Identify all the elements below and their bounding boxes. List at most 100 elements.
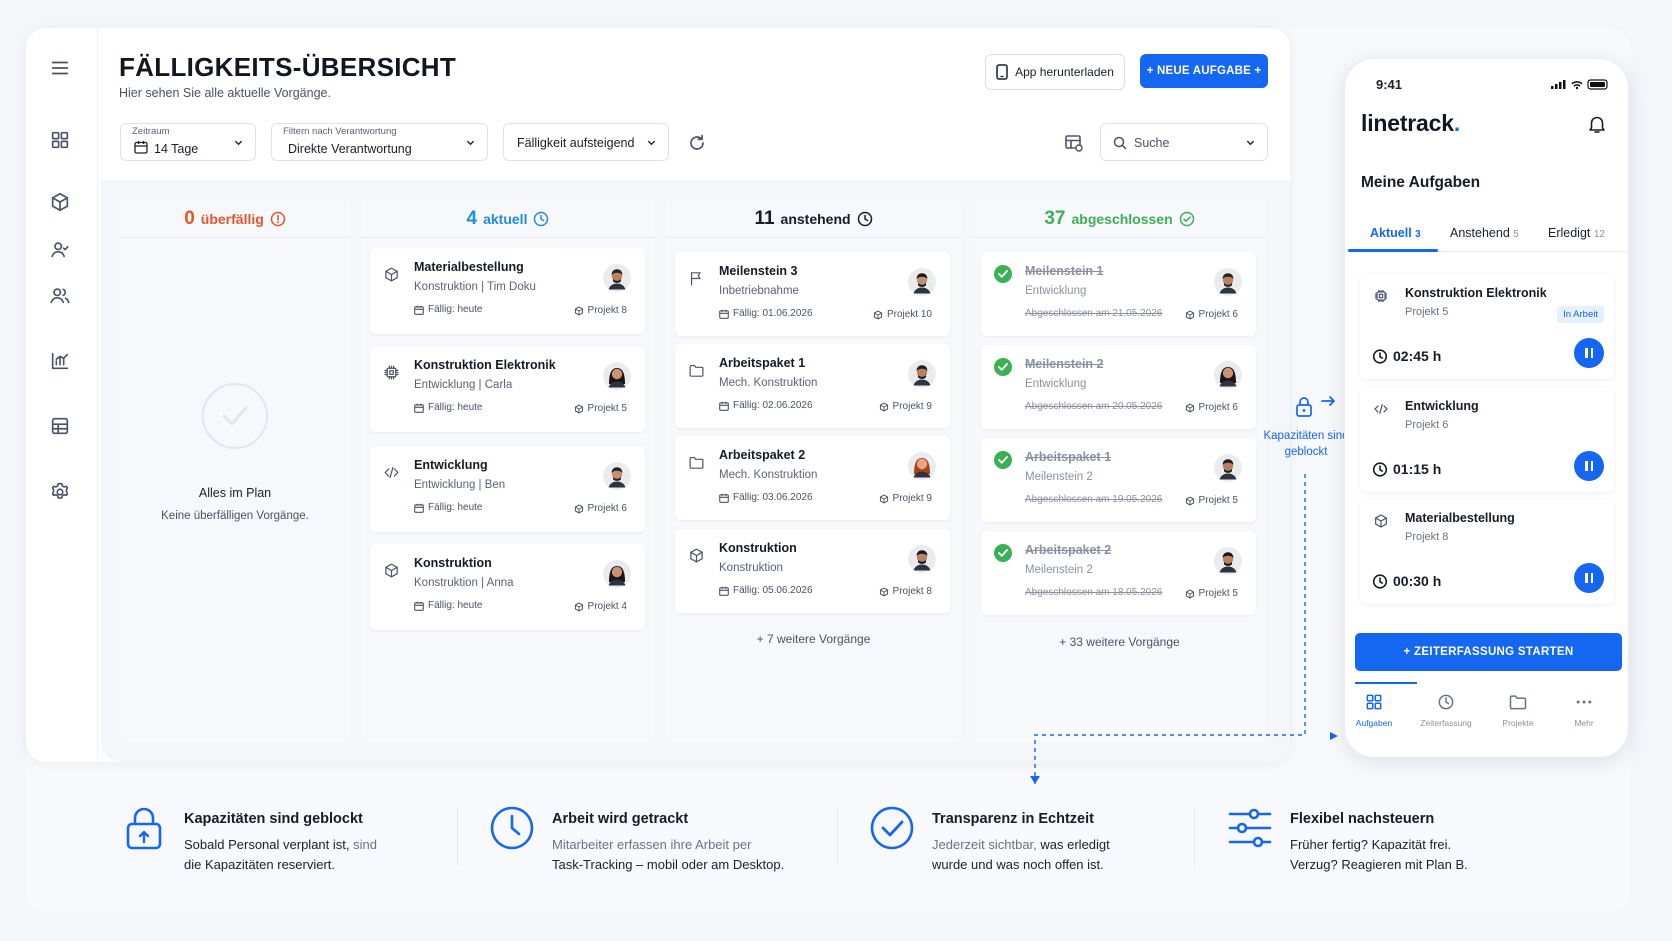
task-project-text: Projekt 5	[587, 403, 627, 414]
task-project: Projekt 8	[879, 586, 932, 597]
task-card[interactable]: Konstruktion Elektronik Entwicklung | Car…	[370, 346, 645, 432]
task-subtitle: Entwicklung	[1025, 285, 1087, 297]
calendar-icon	[719, 493, 729, 503]
feature-line1-rest: sind	[349, 837, 377, 852]
phone-task-card[interactable]: Entwicklung Projekt 6 01:15 h	[1360, 387, 1614, 492]
code-icon	[1373, 401, 1389, 417]
phone-task-card[interactable]: Konstruktion Elektronik Projekt 5 In Arbei…	[1360, 274, 1614, 379]
nav-label: Aufgaben	[1355, 718, 1393, 728]
user-icon[interactable]	[46, 236, 74, 264]
phone-task-title: Konstruktion Elektronik	[1405, 286, 1547, 300]
cube-icon	[383, 562, 400, 579]
phone-tab-anstehend[interactable]: Anstehend 5	[1450, 226, 1519, 240]
avatar	[908, 545, 936, 573]
check-icon	[868, 804, 916, 852]
check-circle-icon	[994, 358, 1012, 376]
task-card[interactable]: Konstruktion Konstruktion Fällig: 05.06.20…	[675, 529, 950, 613]
download-app-label: App herunterladen	[1015, 65, 1114, 79]
calendar-icon	[719, 586, 729, 596]
tab-label: Anstehend	[1450, 226, 1510, 240]
phone-nav-item[interactable]: Mehr	[1553, 692, 1615, 728]
connector-line	[1030, 474, 1338, 785]
upcoming-more-link[interactable]: + 7 weitere Vorgänge	[666, 632, 961, 646]
task-card[interactable]: Entwicklung Entwicklung | Ben Fällig: heut…	[370, 446, 645, 532]
dashboard-icon[interactable]	[46, 126, 74, 154]
column-done-header: 37 abgeschlossen	[972, 200, 1267, 238]
task-card[interactable]: Arbeitspaket 2 Mech. Konstruktion Fällig: …	[675, 436, 950, 520]
task-card[interactable]: Konstruktion Konstruktion | Anna Fällig: h…	[370, 544, 645, 630]
phone-tab-erledigt[interactable]: Erledigt 12	[1548, 226, 1605, 240]
check-circle-icon	[994, 265, 1012, 283]
menu-icon[interactable]	[46, 54, 74, 82]
task-card[interactable]: Meilenstein 3 Inbetriebnahme Fällig: 01.06…	[675, 252, 950, 336]
task-subtitle: Entwicklung	[1025, 378, 1087, 390]
view-toggle-icon[interactable]	[1064, 133, 1084, 153]
calendar-icon	[414, 403, 424, 413]
responsibility-select[interactable]: Filtern nach Verantwortung Direkte Veran…	[271, 123, 488, 161]
task-due: Fällig: heute	[414, 600, 482, 611]
cube-icon	[688, 547, 705, 564]
phone-nav-item[interactable]: Aufgaben	[1343, 692, 1405, 728]
task-due: Abgeschlossen am 21.05.2026	[1025, 308, 1162, 319]
feature-line2: Verzug? Reagieren mit Plan B.	[1290, 857, 1468, 872]
sliders-icon	[1226, 804, 1274, 852]
phone-tab-aktuell[interactable]: Aktuell 3	[1370, 226, 1421, 240]
clock-icon	[1372, 462, 1388, 477]
avatar	[908, 452, 936, 480]
users-icon[interactable]	[46, 282, 74, 310]
clock-icon	[857, 211, 872, 226]
refresh-icon[interactable]	[687, 133, 707, 153]
calendar-icon	[134, 141, 148, 154]
new-task-label: + NEUE AUFGABE +	[1146, 65, 1262, 77]
download-app-button[interactable]: App herunterladen	[985, 54, 1125, 90]
task-title: Arbeitspaket 1	[1025, 450, 1112, 464]
pause-button[interactable]	[1574, 563, 1604, 593]
start-tracking-button[interactable]: + ZEITERFASSUNG STARTEN	[1355, 633, 1622, 671]
phone-task-time: 02:45 h	[1393, 348, 1442, 364]
phone-nav-item[interactable]: Zeiterfassung	[1415, 692, 1477, 728]
task-project: Projekt 9	[879, 401, 932, 412]
clock-icon	[534, 211, 549, 226]
task-card[interactable]: Arbeitspaket 1 Mech. Konstruktion Fällig: …	[675, 344, 950, 428]
cube-icon[interactable]	[46, 188, 74, 216]
status-badge: In Arbeit	[1557, 306, 1604, 323]
arrow-right-icon	[1321, 396, 1335, 406]
bell-icon[interactable]	[1588, 114, 1606, 134]
task-card[interactable]: Meilenstein 1 Entwicklung Abgeschlossen am…	[981, 252, 1256, 336]
avatar	[908, 268, 936, 296]
page-title: FÄLLIGKEITS-ÜBERSICHT	[119, 52, 457, 82]
pause-button[interactable]	[1574, 451, 1604, 481]
avatar	[603, 362, 631, 390]
task-due: Fällig: heute	[414, 502, 482, 513]
calendar-icon	[414, 305, 424, 315]
feature-line1: Früher fertig? Kapazität frei.	[1290, 837, 1452, 852]
search-icon	[1113, 136, 1127, 150]
responsibility-label: Filtern nach Verantwortung	[283, 126, 397, 137]
task-project-text: Projekt 8	[587, 305, 627, 316]
new-task-button[interactable]: + NEUE AUFGABE +	[1140, 54, 1268, 88]
task-card[interactable]: Meilenstein 2 Entwicklung Abgeschlossen am…	[981, 345, 1256, 429]
table-icon[interactable]	[46, 412, 74, 440]
sort-select[interactable]: Fälligkeit aufsteigend	[503, 123, 669, 161]
task-due: Fällig: 01.06.2026	[719, 308, 813, 319]
period-select[interactable]: Zeitraum 14 Tage	[120, 123, 256, 161]
phone-task-project: Projekt 8	[1405, 531, 1449, 543]
feature-line2: die Kapazitäten reserviert.	[184, 857, 336, 872]
chart-icon[interactable]	[46, 347, 74, 375]
task-due-text: Fällig: heute	[428, 402, 483, 413]
phone-nav-item[interactable]: Projekte	[1487, 692, 1549, 728]
current-label: aktuell	[483, 210, 528, 227]
feature-description: Früher fertig? Kapazität frei. Verzug? Re…	[1290, 835, 1468, 875]
chevron-down-icon	[234, 140, 243, 146]
task-title: Konstruktion	[719, 541, 797, 555]
task-card[interactable]: Materialbestellung Konstruktion | Tim Dok…	[370, 248, 645, 334]
empty-state-title: Alles im Plan	[198, 486, 272, 500]
task-subtitle: Entwicklung | Ben	[414, 479, 506, 491]
gear-icon[interactable]	[46, 478, 74, 506]
phone-task-card[interactable]: Materialbestellung Projekt 8 00:30 h	[1360, 499, 1614, 604]
calendar-icon	[719, 401, 729, 411]
upcoming-count: 11	[754, 207, 775, 229]
task-project-text: Projekt 9	[892, 493, 932, 504]
pause-button[interactable]	[1574, 338, 1604, 368]
search-select[interactable]: Suche	[1100, 123, 1268, 161]
